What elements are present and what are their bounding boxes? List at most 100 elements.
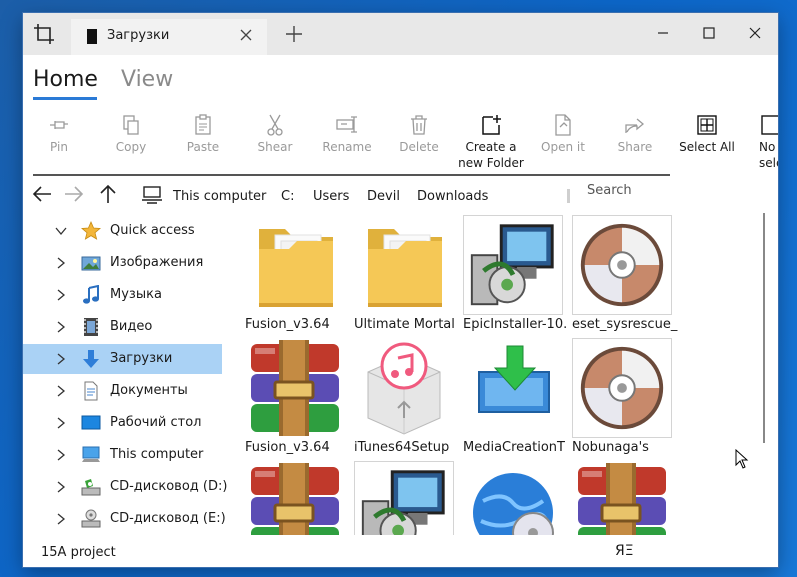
chevron-right-icon[interactable] bbox=[55, 289, 67, 301]
breadcrumb-downloads[interactable]: Downloads bbox=[417, 189, 488, 204]
sidebar-item-cd-drive-e[interactable]: CD-дисковод (E:) bbox=[23, 504, 226, 534]
select-all-button[interactable]: Select All bbox=[671, 109, 743, 179]
shear-button[interactable]: Shear bbox=[239, 109, 311, 179]
documents-icon bbox=[84, 381, 98, 401]
folder-tab-icon bbox=[87, 29, 97, 44]
plus-icon[interactable] bbox=[285, 25, 303, 43]
sidebar-item-label: CD-дисковод (E:) bbox=[110, 511, 226, 526]
chevron-right-icon[interactable] bbox=[55, 449, 67, 461]
copy-button[interactable]: Copy bbox=[95, 109, 167, 179]
breadcrumb-users[interactable]: Users bbox=[313, 189, 349, 204]
chevron-right-icon[interactable] bbox=[55, 321, 67, 333]
sidebar-item-downloads[interactable]: Загрузки bbox=[23, 344, 222, 374]
pin-icon bbox=[50, 121, 68, 129]
download-icon bbox=[83, 350, 99, 368]
maximize-icon[interactable] bbox=[699, 23, 719, 43]
chevron-right-icon[interactable] bbox=[55, 353, 67, 365]
file-name: eset_sysrescue_l bbox=[572, 317, 678, 332]
media-creation-icon bbox=[478, 345, 550, 413]
sidebar-item-cd-drive-d[interactable]: CD-дисковод (D:) bbox=[23, 472, 227, 502]
breadcrumb-c-drive[interactable]: C: bbox=[281, 189, 294, 204]
pin-button[interactable]: Pin bbox=[23, 109, 95, 179]
file-item[interactable]: eset_sysrescue_l bbox=[572, 215, 678, 333]
sidebar-item-video[interactable]: Видео bbox=[23, 312, 222, 342]
sidebar-item-quick-access[interactable]: Quick access bbox=[23, 216, 222, 246]
sidebar-item-label: Quick access bbox=[110, 223, 195, 238]
paste-icon bbox=[195, 114, 211, 135]
chevron-right-icon[interactable] bbox=[55, 513, 67, 525]
sidebar-item-documents[interactable]: Документы bbox=[23, 376, 222, 406]
select-none-button[interactable]: No selec bbox=[743, 109, 778, 179]
paste-button[interactable]: Paste bbox=[167, 109, 239, 179]
music-icon bbox=[83, 285, 99, 304]
close-icon[interactable] bbox=[239, 28, 253, 42]
file-name: Nobunaga's bbox=[572, 440, 649, 455]
share-button[interactable]: Share bbox=[599, 109, 671, 179]
active-tab-indicator bbox=[33, 97, 97, 100]
video-icon bbox=[84, 318, 98, 336]
tab-view[interactable]: View bbox=[121, 67, 173, 92]
chevron-right-icon[interactable] bbox=[55, 385, 67, 397]
select-none-label-line1: No bbox=[759, 140, 776, 154]
rename-button[interactable]: Rename bbox=[311, 109, 383, 179]
breadcrumb-devil[interactable]: Devil bbox=[367, 189, 400, 204]
toolbar-divider bbox=[33, 174, 670, 176]
forward-arrow-icon[interactable] bbox=[63, 183, 85, 205]
select-none-icon bbox=[761, 115, 778, 135]
computer-icon bbox=[82, 446, 100, 462]
chevron-down-icon[interactable] bbox=[55, 225, 67, 237]
delete-label: Delete bbox=[399, 140, 439, 154]
open-file-icon bbox=[555, 114, 571, 136]
breadcrumb-this-computer[interactable]: This computer bbox=[173, 189, 266, 204]
file-item[interactable]: Ultimate Mortal bbox=[354, 215, 456, 333]
close-window-icon[interactable] bbox=[745, 23, 765, 43]
disc-image-icon bbox=[572, 338, 672, 438]
cd-drive-icon bbox=[81, 479, 101, 496]
file-item[interactable]: MediaCreationT bbox=[463, 338, 565, 456]
new-folder-button[interactable]: Create a new Folder bbox=[455, 109, 527, 179]
view-toggle-icon[interactable]: ЯΞ bbox=[615, 543, 634, 559]
file-name: EpicInstaller-10. bbox=[463, 317, 568, 332]
crop-icon[interactable] bbox=[33, 23, 55, 45]
open-label: Open it bbox=[541, 140, 585, 154]
pictures-icon bbox=[81, 256, 101, 271]
sidebar-item-label: Рабочий стол bbox=[110, 415, 202, 430]
sidebar-item-pictures[interactable]: Изображения bbox=[23, 248, 222, 278]
file-item[interactable]: Fusion_v3.64 bbox=[245, 215, 347, 333]
file-item[interactable]: Nobunaga's bbox=[572, 338, 674, 456]
sidebar-item-desktop[interactable]: Рабочий стол bbox=[23, 408, 222, 438]
itunes-package-icon bbox=[367, 342, 441, 435]
file-item[interactable]: Fusion_v3.64 bbox=[245, 338, 347, 456]
computer-icon bbox=[142, 186, 162, 204]
file-item[interactable]: iTunes64Setup bbox=[354, 338, 456, 456]
cd-drive-icon bbox=[81, 509, 101, 528]
search-input[interactable]: Search bbox=[587, 183, 632, 198]
file-name: iTunes64Setup bbox=[354, 440, 450, 455]
chevron-right-icon[interactable] bbox=[55, 481, 67, 493]
vertical-scrollbar[interactable] bbox=[763, 213, 765, 443]
sidebar-item-this-computer[interactable]: This computer bbox=[23, 440, 222, 470]
minimize-icon[interactable] bbox=[653, 23, 673, 43]
up-arrow-icon[interactable] bbox=[97, 183, 119, 205]
delete-button[interactable]: Delete bbox=[383, 109, 455, 179]
sidebar-item-music[interactable]: Музыка bbox=[23, 280, 222, 310]
open-button[interactable]: Open it bbox=[527, 109, 599, 179]
chevron-right-icon[interactable] bbox=[55, 417, 67, 429]
file-name: Fusion_v3.64 bbox=[245, 440, 330, 455]
file-item[interactable]: EpicInstaller-10. bbox=[463, 215, 567, 333]
chevron-right-icon[interactable] bbox=[55, 257, 67, 269]
new-folder-icon bbox=[482, 115, 501, 135]
sidebar-item-label: This computer bbox=[110, 447, 204, 462]
tab-downloads[interactable]: Загрузки bbox=[71, 19, 267, 55]
back-arrow-icon[interactable] bbox=[31, 183, 53, 205]
folder-icon bbox=[354, 215, 454, 315]
status-bar: 15A project ЯΞ bbox=[23, 535, 778, 567]
select-none-label: No selec bbox=[759, 139, 778, 171]
disc-image-icon bbox=[572, 215, 672, 315]
star-icon bbox=[81, 221, 101, 240]
copy-icon bbox=[123, 115, 139, 135]
tab-home[interactable]: Home bbox=[33, 67, 98, 92]
folder-icon bbox=[245, 215, 345, 315]
sidebar-item-label: Загрузки bbox=[110, 351, 173, 366]
file-explorer-window: Загрузки Home View Pin Copy Paste Shear … bbox=[23, 13, 778, 567]
